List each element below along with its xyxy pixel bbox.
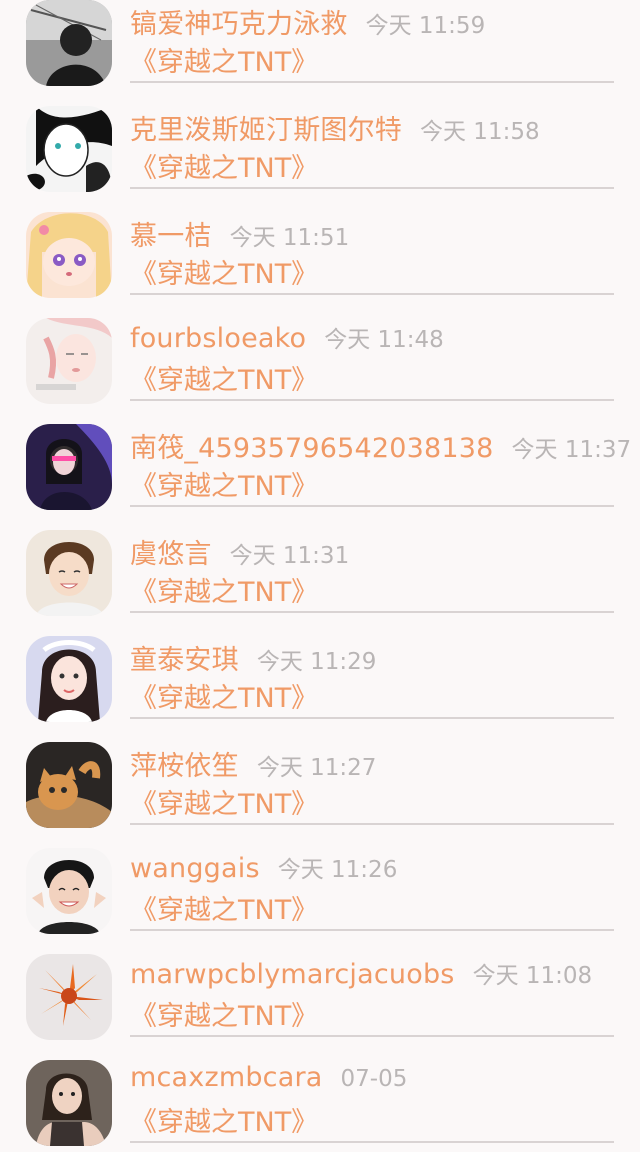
list-item[interactable]: 童泰安琪 今天 11:29 《穿越之TNT》 <box>0 608 640 722</box>
comment-text: 《穿越之TNT》 <box>130 1001 319 1032</box>
comment-text: 《穿越之TNT》 <box>130 1107 319 1138</box>
avatar[interactable] <box>26 742 112 828</box>
username[interactable]: 镐爱神巧克力泳救 <box>130 2 348 41</box>
username[interactable]: marwpcblymarcjacuobs <box>130 959 455 990</box>
list-item[interactable]: wanggais 今天 11:26 《穿越之TNT》 <box>0 820 640 934</box>
avatar[interactable] <box>26 848 112 934</box>
timestamp: 今天 11:29 <box>256 649 377 675</box>
list-item[interactable]: 虞悠言 今天 11:31 《穿越之TNT》 <box>0 502 640 616</box>
avatar[interactable] <box>26 106 112 192</box>
avatar[interactable] <box>26 0 112 86</box>
avatar[interactable] <box>26 212 112 298</box>
timestamp: 今天 11:58 <box>420 119 540 145</box>
timestamp: 07-05 <box>340 1066 408 1092</box>
comment-text: 《穿越之TNT》 <box>130 789 319 820</box>
username[interactable]: 南筏_45935796542038138 <box>130 426 494 465</box>
username[interactable]: 慕一桔 <box>130 214 212 253</box>
username[interactable]: 萍桉依笙 <box>130 744 239 783</box>
timestamp: 今天 11:31 <box>229 543 350 569</box>
username[interactable]: fourbsloeako <box>130 323 306 354</box>
list-item[interactable]: 萍桉依笙 今天 11:27 《穿越之TNT》 <box>0 714 640 828</box>
list-item[interactable]: 南筏_45935796542038138 今天 11:37 《穿越之TNT》 <box>0 396 640 510</box>
comment-text: 《穿越之TNT》 <box>130 47 319 78</box>
avatar[interactable] <box>26 424 112 510</box>
avatar[interactable] <box>26 318 112 404</box>
avatar[interactable] <box>26 954 112 1040</box>
list-item[interactable]: 慕一桔 今天 11:51 《穿越之TNT》 <box>0 184 640 298</box>
comment-text: 《穿越之TNT》 <box>130 259 319 290</box>
timestamp: 今天 11:27 <box>256 755 377 781</box>
list-item[interactable]: 克里泼斯姬汀斯图尔特 今天 11:58 《穿越之TNT》 <box>0 78 640 192</box>
list-item[interactable]: marwpcblymarcjacuobs 今天 11:08 《穿越之TNT》 <box>0 926 640 1040</box>
list-item[interactable]: mcaxzmbcara 07-05 《穿越之TNT》 <box>0 1032 640 1146</box>
comment-text: 《穿越之TNT》 <box>130 365 319 396</box>
avatar[interactable] <box>26 1060 112 1146</box>
comment-text: 《穿越之TNT》 <box>130 577 319 608</box>
comment-text: 《穿越之TNT》 <box>130 683 319 714</box>
list-item[interactable]: 镐爱神巧克力泳救 今天 11:59 《穿越之TNT》 <box>0 0 640 86</box>
username[interactable]: 童泰安琪 <box>130 638 239 677</box>
username[interactable]: wanggais <box>130 853 260 884</box>
comment-text: 《穿越之TNT》 <box>130 153 319 184</box>
timestamp: 今天 11:26 <box>277 857 398 883</box>
timestamp: 今天 11:51 <box>229 225 350 251</box>
avatar[interactable] <box>26 636 112 722</box>
comment-text: 《穿越之TNT》 <box>130 471 319 502</box>
comment-list: 镐爱神巧克力泳救 今天 11:59 《穿越之TNT》 克里泼斯姬汀斯图尔特 今天… <box>0 0 640 1146</box>
timestamp: 今天 11:37 <box>511 437 632 463</box>
timestamp: 今天 11:48 <box>324 327 444 353</box>
username[interactable]: 克里泼斯姬汀斯图尔特 <box>130 108 402 147</box>
avatar[interactable] <box>26 530 112 616</box>
timestamp: 今天 11:08 <box>472 963 593 989</box>
divider <box>130 1141 614 1143</box>
list-item[interactable]: fourbsloeako 今天 11:48 《穿越之TNT》 <box>0 290 640 404</box>
timestamp: 今天 11:59 <box>365 13 486 39</box>
username[interactable]: 虞悠言 <box>130 532 212 571</box>
comment-text: 《穿越之TNT》 <box>130 895 319 926</box>
username[interactable]: mcaxzmbcara <box>130 1062 323 1093</box>
